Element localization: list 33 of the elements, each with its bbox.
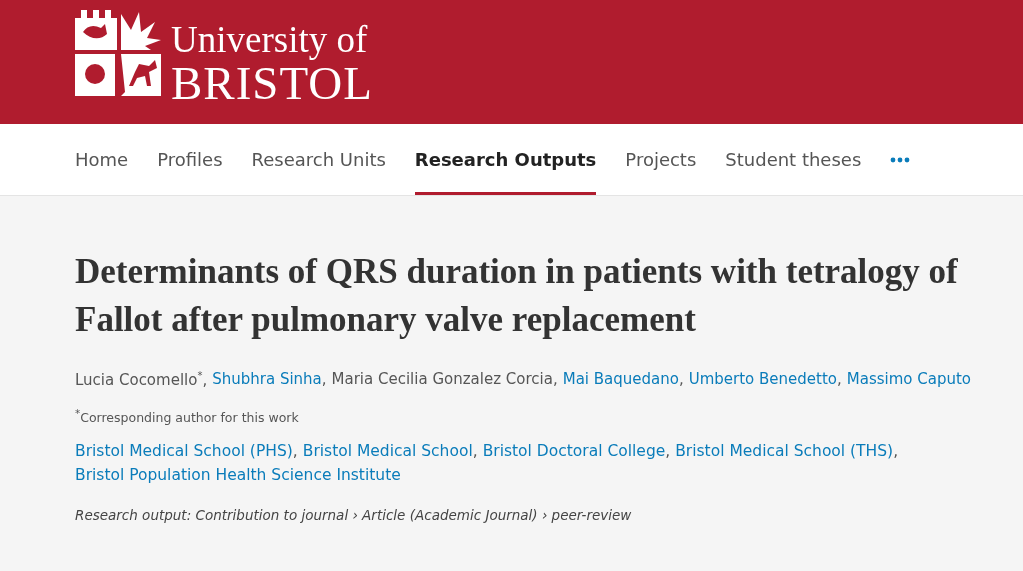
more-icon[interactable] [890,156,911,163]
organisation-link[interactable]: Bristol Medical School [302,442,473,461]
author-link[interactable]: Shubhra Sinha [212,370,322,388]
author-name: Maria Cecilia Gonzalez Corcia [331,370,553,388]
separator: , [552,370,558,388]
organisation-link[interactable]: Bristol Medical School (PHS) [75,442,293,461]
logo-text: University of [171,20,369,60]
author-link[interactable]: Umberto Benedetto [688,370,837,388]
separator: , [472,442,478,461]
article-title: Determinants of QRS duration in patients with tetralogy of Fallot after pulmonary valve replacement [75,251,959,341]
separator: , [292,442,298,461]
footnote: $^{*}$Corresponding author for this work [75,407,300,426]
separator: , [893,442,899,461]
separator: , [321,370,327,388]
output-type: Research output: Contribution to journal › Article (Academic Journal) › peer-review [75,507,633,524]
nav-tab[interactable]: Home [75,124,129,195]
nav-tab[interactable]: Profiles [157,124,223,195]
separator: , [678,370,684,388]
separator: , [202,371,208,389]
crest-icon [75,10,161,96]
organisation-link[interactable]: Bristol Population Health Science Institute [75,466,401,485]
nav-tab[interactable]: Projects [625,124,697,195]
separator: , [665,442,671,461]
organisation-link[interactable]: Bristol Medical School (THS) [675,442,894,461]
organisation-link[interactable]: Bristol Doctoral College [482,442,666,461]
nav-tab[interactable]: Research Units [251,124,386,195]
author-name: Lucia Cocomello$^{*}$ [75,371,203,389]
logo-text: BRISTOL [171,60,373,106]
nav-tab[interactable]: Research Outputs [414,124,597,195]
separator: , [837,370,842,388]
author-link[interactable]: Massimo Caputo [846,370,971,388]
nav-tab[interactable]: Student theses [725,124,862,195]
author-link[interactable]: Mai Baquedano [562,370,679,388]
